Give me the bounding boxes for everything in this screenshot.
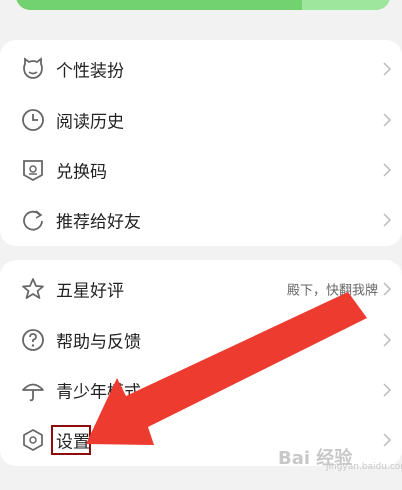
chevron-right-icon: [383, 113, 392, 127]
menu-item-label: 帮助与反馈: [56, 332, 141, 353]
menu-item-help-feedback[interactable]: 帮助与反馈: [0, 315, 402, 365]
clock-icon: [22, 109, 44, 131]
menu-item-reading-history[interactable]: 阅读历史: [0, 95, 402, 145]
chevron-right-icon: [383, 213, 392, 227]
chevron-right-icon: [383, 163, 392, 177]
settings-highlight-box: [51, 425, 91, 455]
teen-mode-status-badge: 未开启: [146, 386, 176, 398]
gift-tag-icon: [23, 160, 43, 182]
menu-card-1: 个性装扮 阅读历史 兑换码 推荐给好友: [0, 40, 402, 246]
menu-item-label: 兑换码: [56, 162, 107, 183]
menu-item-teen-mode[interactable]: 青少年模式 未开启: [0, 365, 402, 415]
hexagon-settings-icon: [23, 429, 43, 451]
menu-item-personal-dress[interactable]: 个性装扮: [0, 44, 402, 94]
menu-item-label: 个性装扮: [56, 61, 124, 82]
chevron-right-icon: [383, 333, 392, 347]
menu-item-label: 五星好评: [56, 281, 124, 302]
chevron-right-icon: [383, 282, 392, 296]
baidu-watermark: Bai 经验 jingyan.baidu.com: [278, 444, 402, 472]
share-refresh-icon: [23, 210, 43, 231]
chevron-right-icon: [383, 62, 392, 76]
menu-item-five-star[interactable]: 五星好评 殿下，快翻我牌: [0, 264, 402, 314]
watermark-subtext: jingyan.baidu.com: [326, 462, 402, 472]
menu-item-redeem-code[interactable]: 兑换码: [0, 145, 402, 195]
top-banner: [16, 0, 390, 10]
menu-item-recommend-friend[interactable]: 推荐给好友: [0, 195, 402, 245]
umbrella-icon: [22, 383, 44, 402]
question-icon: [22, 329, 44, 351]
menu-item-label: 推荐给好友: [56, 212, 141, 233]
menu-item-label: 青少年模式: [56, 382, 141, 403]
menu-item-label: 阅读历史: [56, 112, 124, 133]
top-banner-light-end: [302, 0, 390, 10]
star-icon: [22, 278, 44, 299]
cat-face-icon: [23, 57, 43, 79]
chevron-right-icon: [383, 383, 392, 397]
rating-hint-text: 殿下，快翻我牌: [286, 283, 378, 299]
